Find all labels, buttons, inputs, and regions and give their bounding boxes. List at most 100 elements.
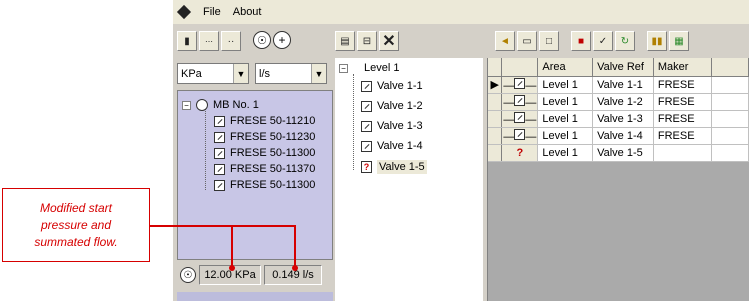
flow-unit-select[interactable]: l/s ▼ <box>255 63 327 84</box>
table-row[interactable]: ▶ — — Level 1 Valve 1-1 FRESE <box>488 76 749 94</box>
row-pointer-icon: ▶ <box>488 76 503 94</box>
table-row[interactable]: — — Level 1 Valve 1-4 FRESE <box>488 127 749 145</box>
unknown-valve-icon: ? <box>361 161 372 173</box>
delete-button[interactable]: ✕ <box>379 31 399 51</box>
cell-maker[interactable]: FRESE <box>653 110 712 128</box>
valve-icon: — — <box>501 93 539 111</box>
tree-item[interactable]: Valve 1-1 <box>361 80 423 92</box>
table-row[interactable]: — — Level 1 Valve 1-3 FRESE <box>488 110 749 128</box>
tree-item-label: Valve 1-1 <box>377 80 423 92</box>
system-menu-icon[interactable] <box>176 4 192 20</box>
tree-item-selected[interactable]: ? Valve 1-5 <box>361 160 427 174</box>
bottom-strip <box>177 292 333 301</box>
leader-dot-flow <box>292 265 298 271</box>
list-icon: ▤ <box>340 35 350 47</box>
cell-valve-ref[interactable]: Valve 1-5 <box>592 144 654 162</box>
window-button[interactable]: ▭ <box>517 31 537 51</box>
valve-icon: — — <box>501 110 539 128</box>
add-button[interactable]: + <box>273 31 291 49</box>
collapse-icon[interactable]: − <box>339 63 348 73</box>
tree-item[interactable]: FRESE 50-11210 <box>214 115 315 127</box>
leader-line-pressure <box>231 225 233 268</box>
list-button[interactable]: ▤ <box>335 31 355 51</box>
annotation-line-3: summated flow. <box>34 234 118 249</box>
cell-area[interactable]: Level 1 <box>537 110 594 128</box>
cell-maker[interactable]: FRESE <box>653 93 712 111</box>
tree-root[interactable]: − MB No. 1 <box>182 99 259 111</box>
minus-box-icon: ⊟ <box>362 35 372 47</box>
pin-button[interactable]: ▮ <box>177 31 197 51</box>
collapse-icon[interactable]: − <box>182 100 191 110</box>
manifold-tree: − MB No. 1 FRESE 50-11210 FRESE 50-11230… <box>177 90 333 260</box>
globe-button[interactable]: ☉ <box>253 31 271 49</box>
cell-maker[interactable]: FRESE <box>653 76 712 94</box>
chevron-down-icon[interactable]: ▼ <box>311 64 326 83</box>
tree-root[interactable]: − Level 1 <box>339 62 399 74</box>
export-button[interactable]: ▦ <box>669 31 689 51</box>
export-icon: ▦ <box>674 35 684 47</box>
valve-icon <box>361 100 372 112</box>
cell-valve-ref[interactable]: Valve 1-2 <box>592 93 654 111</box>
left-toolbar: ▮ ⋯ ·· ☉ + <box>177 31 291 53</box>
tree-item-label: Valve 1-4 <box>377 140 423 152</box>
dots-icon: ⋯ <box>205 36 213 46</box>
column-header-valve-ref[interactable]: Valve Ref <box>592 58 654 77</box>
column-header-maker[interactable]: Maker <box>653 58 712 77</box>
cell-area[interactable]: Level 1 <box>537 76 594 94</box>
tree-item[interactable]: Valve 1-3 <box>361 120 423 132</box>
tree-item-label: FRESE 50-11300 <box>230 179 316 191</box>
pressure-unit-select[interactable]: KPa ▼ <box>177 63 249 84</box>
globe-icon[interactable]: ☉ <box>180 267 196 283</box>
menu-about[interactable]: About <box>233 6 262 18</box>
flow-unit-value: l/s <box>259 67 270 80</box>
menu-file[interactable]: File <box>203 6 221 18</box>
leader-dot-pressure <box>229 265 235 271</box>
tree-item[interactable]: Valve 1-4 <box>361 140 423 152</box>
tree-item[interactable]: Valve 1-2 <box>361 100 423 112</box>
manifold-icon <box>196 99 208 111</box>
tree-item-label: Valve 1-2 <box>377 100 423 112</box>
table-row[interactable]: — — Level 1 Valve 1-2 FRESE <box>488 93 749 111</box>
leader-line-horizontal <box>150 225 296 227</box>
tree-item[interactable]: FRESE 50-11300 <box>214 147 315 159</box>
chart-icon: ▮▮ <box>651 35 663 47</box>
dots-button[interactable]: ⋯ <box>199 31 219 51</box>
cell-maker[interactable]: FRESE <box>653 127 712 145</box>
cell-valve-ref[interactable]: Valve 1-1 <box>592 76 654 94</box>
dash-button[interactable]: ·· <box>221 31 241 51</box>
valve-icon <box>214 163 225 175</box>
area-tree: − Level 1 Valve 1-1 Valve 1-2 Valve 1-3 … <box>335 58 483 301</box>
leader-line-flow <box>294 225 296 268</box>
cell-area[interactable]: Level 1 <box>537 127 594 145</box>
minus-box-button[interactable]: ⊟ <box>357 31 377 51</box>
folder-icon: ◄ <box>500 35 510 47</box>
refresh-button[interactable]: ↻ <box>615 31 635 51</box>
annotation-callout: Modified start pressure and summated flo… <box>2 188 150 262</box>
tree-item-label: FRESE 50-11370 <box>230 163 316 175</box>
chevron-down-icon[interactable]: ▼ <box>233 64 248 83</box>
tree-item[interactable]: FRESE 50-11300 <box>214 179 315 191</box>
cell-maker[interactable] <box>653 144 712 162</box>
valve-icon <box>361 80 372 92</box>
tree-item[interactable]: FRESE 50-11230 <box>214 131 315 143</box>
new-page-button[interactable]: □ <box>539 31 559 51</box>
save-button[interactable]: ■ <box>571 31 591 51</box>
cell-valve-ref[interactable]: Valve 1-4 <box>592 127 654 145</box>
cell-area[interactable]: Level 1 <box>537 93 594 111</box>
cell-area[interactable]: Level 1 <box>537 144 594 162</box>
valve-icon <box>214 147 225 159</box>
chart-button[interactable]: ▮▮ <box>647 31 667 51</box>
grid-header-row: Area Valve Ref Maker <box>488 58 749 77</box>
valve-icon <box>214 131 225 143</box>
valve-icon: — — <box>501 127 539 145</box>
column-header-area[interactable]: Area <box>537 58 594 77</box>
tree-item-label: FRESE 50-11210 <box>230 115 316 127</box>
pressure-unit-value: KPa <box>181 67 202 80</box>
tree-item[interactable]: FRESE 50-11370 <box>214 163 315 175</box>
cell-valve-ref[interactable]: Valve 1-3 <box>592 110 654 128</box>
window-icon: ▭ <box>522 35 532 47</box>
valve-icon <box>214 179 225 191</box>
check-button[interactable]: ✓ <box>593 31 613 51</box>
table-row[interactable]: ? Level 1 Valve 1-5 <box>488 144 749 162</box>
open-button[interactable]: ◄ <box>495 31 515 51</box>
